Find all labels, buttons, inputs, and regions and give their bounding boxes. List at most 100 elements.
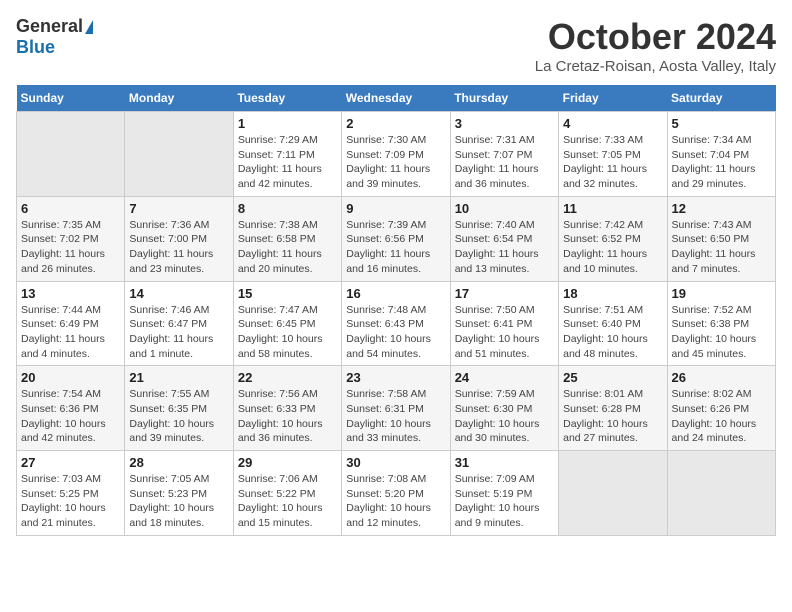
calendar-table: SundayMondayTuesdayWednesdayThursdayFrid… <box>16 85 776 536</box>
calendar-cell: 3 Sunrise: 7:31 AM Sunset: 7:07 PM Daylig… <box>450 112 558 197</box>
day-number: 7 <box>129 201 228 216</box>
day-number: 12 <box>672 201 771 216</box>
calendar-cell: 13Sunrise: 7:44 AM Sunset: 6:49 PM Dayli… <box>17 281 125 366</box>
day-number: 13 <box>21 286 120 301</box>
day-detail: Sunrise: 7:33 AM Sunset: 7:05 PM Dayligh… <box>563 134 647 190</box>
day-detail: Sunrise: 7:29 AM Sunset: 7:11 PM Dayligh… <box>238 134 322 190</box>
weekday-label: Monday <box>125 85 233 112</box>
day-number: 29 <box>238 455 337 470</box>
day-detail: Sunrise: 7:50 AM Sunset: 6:41 PM Dayligh… <box>455 304 540 360</box>
weekday-label: Saturday <box>667 85 775 112</box>
calendar-cell: 26 Sunrise: 8:02 AM Sunset: 6:26 PM Dayli… <box>667 366 775 451</box>
day-number: 11 <box>563 201 662 216</box>
calendar-cell: 21 Sunrise: 7:55 AM Sunset: 6:35 PM Dayli… <box>125 366 233 451</box>
calendar-cell: 20 Sunrise: 7:54 AM Sunset: 6:36 PM Dayli… <box>17 366 125 451</box>
calendar-cell: 5 Sunrise: 7:34 AM Sunset: 7:04 PM Daylig… <box>667 112 775 197</box>
logo-blue-text: Blue <box>16 37 55 58</box>
day-number: 17 <box>455 286 554 301</box>
calendar-cell: 14Sunrise: 7:46 AM Sunset: 6:47 PM Dayli… <box>125 281 233 366</box>
day-detail: Sunrise: 7:08 AM Sunset: 5:20 PM Dayligh… <box>346 473 431 529</box>
calendar-cell <box>559 451 667 536</box>
calendar-cell: 24Sunrise: 7:59 AM Sunset: 6:30 PM Dayli… <box>450 366 558 451</box>
day-number: 15 <box>238 286 337 301</box>
day-number: 5 <box>672 116 771 131</box>
calendar-row: 13Sunrise: 7:44 AM Sunset: 6:49 PM Dayli… <box>17 281 776 366</box>
day-number: 21 <box>129 370 228 385</box>
calendar-cell: 2 Sunrise: 7:30 AM Sunset: 7:09 PM Daylig… <box>342 112 450 197</box>
calendar-row: 6 Sunrise: 7:35 AM Sunset: 7:02 PM Daylig… <box>17 196 776 281</box>
day-detail: Sunrise: 7:40 AM Sunset: 6:54 PM Dayligh… <box>455 219 539 275</box>
day-detail: Sunrise: 7:43 AM Sunset: 6:50 PM Dayligh… <box>672 219 756 275</box>
day-detail: Sunrise: 7:51 AM Sunset: 6:40 PM Dayligh… <box>563 304 648 360</box>
day-detail: Sunrise: 7:54 AM Sunset: 6:36 PM Dayligh… <box>21 388 106 444</box>
day-detail: Sunrise: 7:38 AM Sunset: 6:58 PM Dayligh… <box>238 219 322 275</box>
day-detail: Sunrise: 7:47 AM Sunset: 6:45 PM Dayligh… <box>238 304 323 360</box>
day-detail: Sunrise: 8:01 AM Sunset: 6:28 PM Dayligh… <box>563 388 648 444</box>
calendar-cell: 30 Sunrise: 7:08 AM Sunset: 5:20 PM Dayli… <box>342 451 450 536</box>
day-number: 19 <box>672 286 771 301</box>
calendar-cell: 17 Sunrise: 7:50 AM Sunset: 6:41 PM Dayli… <box>450 281 558 366</box>
title-block: October 2024 La Cretaz-Roisan, Aosta Val… <box>535 16 776 75</box>
day-number: 2 <box>346 116 445 131</box>
calendar-cell: 29 Sunrise: 7:06 AM Sunset: 5:22 PM Dayli… <box>233 451 341 536</box>
calendar-cell: 27 Sunrise: 7:03 AM Sunset: 5:25 PM Dayli… <box>17 451 125 536</box>
calendar-cell <box>125 112 233 197</box>
calendar-cell: 31Sunrise: 7:09 AM Sunset: 5:19 PM Dayli… <box>450 451 558 536</box>
day-number: 18 <box>563 286 662 301</box>
day-number: 4 <box>563 116 662 131</box>
day-number: 20 <box>21 370 120 385</box>
weekday-label: Sunday <box>17 85 125 112</box>
calendar-cell: 15 Sunrise: 7:47 AM Sunset: 6:45 PM Dayli… <box>233 281 341 366</box>
calendar-cell <box>667 451 775 536</box>
calendar-cell: 1 Sunrise: 7:29 AM Sunset: 7:11 PM Daylig… <box>233 112 341 197</box>
day-detail: Sunrise: 7:36 AM Sunset: 7:00 PM Dayligh… <box>129 219 213 275</box>
calendar-body: 1 Sunrise: 7:29 AM Sunset: 7:11 PM Daylig… <box>17 112 776 536</box>
day-detail: Sunrise: 7:31 AM Sunset: 7:07 PM Dayligh… <box>455 134 539 190</box>
day-detail: Sunrise: 7:39 AM Sunset: 6:56 PM Dayligh… <box>346 219 430 275</box>
day-detail: Sunrise: 7:34 AM Sunset: 7:04 PM Dayligh… <box>672 134 756 190</box>
day-number: 26 <box>672 370 771 385</box>
page-header: General Blue October 2024 La Cretaz-Rois… <box>16 16 776 75</box>
weekday-header-row: SundayMondayTuesdayWednesdayThursdayFrid… <box>17 85 776 112</box>
calendar-cell: 19 Sunrise: 7:52 AM Sunset: 6:38 PM Dayli… <box>667 281 775 366</box>
weekday-label: Tuesday <box>233 85 341 112</box>
calendar-cell: 23Sunrise: 7:58 AM Sunset: 6:31 PM Dayli… <box>342 366 450 451</box>
day-detail: Sunrise: 7:35 AM Sunset: 7:02 PM Dayligh… <box>21 219 105 275</box>
day-detail: Sunrise: 7:56 AM Sunset: 6:33 PM Dayligh… <box>238 388 323 444</box>
calendar-row: 27 Sunrise: 7:03 AM Sunset: 5:25 PM Dayli… <box>17 451 776 536</box>
day-number: 3 <box>455 116 554 131</box>
calendar-cell: 4 Sunrise: 7:33 AM Sunset: 7:05 PM Daylig… <box>559 112 667 197</box>
calendar-cell: 12 Sunrise: 7:43 AM Sunset: 6:50 PM Dayli… <box>667 196 775 281</box>
calendar-cell: 10 Sunrise: 7:40 AM Sunset: 6:54 PM Dayli… <box>450 196 558 281</box>
calendar-row: 1 Sunrise: 7:29 AM Sunset: 7:11 PM Daylig… <box>17 112 776 197</box>
calendar-cell <box>17 112 125 197</box>
day-number: 30 <box>346 455 445 470</box>
day-number: 10 <box>455 201 554 216</box>
calendar-row: 20 Sunrise: 7:54 AM Sunset: 6:36 PM Dayli… <box>17 366 776 451</box>
day-detail: Sunrise: 7:30 AM Sunset: 7:09 PM Dayligh… <box>346 134 430 190</box>
location-title: La Cretaz-Roisan, Aosta Valley, Italy <box>535 58 776 75</box>
weekday-label: Thursday <box>450 85 558 112</box>
day-detail: Sunrise: 8:02 AM Sunset: 6:26 PM Dayligh… <box>672 388 757 444</box>
calendar-cell: 16 Sunrise: 7:48 AM Sunset: 6:43 PM Dayli… <box>342 281 450 366</box>
day-number: 27 <box>21 455 120 470</box>
weekday-label: Wednesday <box>342 85 450 112</box>
day-detail: Sunrise: 7:55 AM Sunset: 6:35 PM Dayligh… <box>129 388 214 444</box>
day-number: 9 <box>346 201 445 216</box>
day-detail: Sunrise: 7:59 AM Sunset: 6:30 PM Dayligh… <box>455 388 540 444</box>
calendar-cell: 7 Sunrise: 7:36 AM Sunset: 7:00 PM Daylig… <box>125 196 233 281</box>
day-number: 8 <box>238 201 337 216</box>
day-detail: Sunrise: 7:03 AM Sunset: 5:25 PM Dayligh… <box>21 473 106 529</box>
calendar-cell: 11Sunrise: 7:42 AM Sunset: 6:52 PM Dayli… <box>559 196 667 281</box>
day-number: 6 <box>21 201 120 216</box>
day-number: 1 <box>238 116 337 131</box>
logo-general-text: General <box>16 16 83 37</box>
day-detail: Sunrise: 7:48 AM Sunset: 6:43 PM Dayligh… <box>346 304 431 360</box>
day-detail: Sunrise: 7:06 AM Sunset: 5:22 PM Dayligh… <box>238 473 323 529</box>
day-detail: Sunrise: 7:52 AM Sunset: 6:38 PM Dayligh… <box>672 304 757 360</box>
day-number: 16 <box>346 286 445 301</box>
day-detail: Sunrise: 7:58 AM Sunset: 6:31 PM Dayligh… <box>346 388 431 444</box>
calendar-cell: 22Sunrise: 7:56 AM Sunset: 6:33 PM Dayli… <box>233 366 341 451</box>
day-detail: Sunrise: 7:46 AM Sunset: 6:47 PM Dayligh… <box>129 304 213 360</box>
weekday-label: Friday <box>559 85 667 112</box>
